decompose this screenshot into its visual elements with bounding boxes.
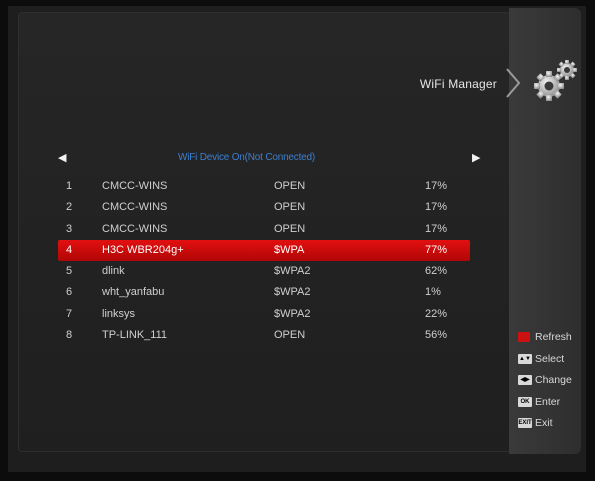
network-row[interactable]: 3 CMCC-WINS OPEN 17% [58, 219, 470, 240]
network-security: $WPA2 [274, 307, 311, 320]
network-number: 6 [66, 286, 73, 299]
network-signal: 77% [425, 243, 448, 256]
legend-enter[interactable]: OK Enter [518, 393, 584, 411]
chevron-right-icon [506, 68, 521, 98]
network-security: OPEN [274, 201, 306, 214]
network-ssid: wht_yanfabu [102, 286, 165, 299]
network-signal: 22% [425, 307, 448, 320]
network-signal: 56% [425, 329, 448, 342]
network-ssid: CMCC-WINS [102, 180, 168, 192]
legend-select-label: Select [535, 352, 565, 365]
red-key-icon [518, 332, 530, 342]
network-row[interactable]: 5 dlink $WPA2 62% [58, 261, 470, 282]
network-security: OPEN [274, 222, 306, 235]
network-number: 3 [66, 222, 73, 235]
legend-select[interactable]: ▲▼ Select [518, 350, 584, 368]
network-ssid: H3C WBR204g+ [102, 243, 184, 256]
network-signal: 1% [425, 286, 441, 299]
gears-icon [534, 60, 577, 101]
network-security: $WPA [274, 243, 305, 256]
network-security: $WPA2 [274, 286, 311, 299]
network-row[interactable]: 2 CMCC-WINS OPEN 17% [58, 197, 470, 218]
legend-change[interactable]: ◀▶ Change [518, 371, 584, 389]
network-row[interactable]: 6 wht_yanfabu $WPA2 1% [58, 282, 470, 303]
network-row[interactable]: 4 H3C WBR204g+ $WPA 77% [58, 239, 470, 262]
network-ssid: CMCC-WINS [102, 222, 168, 235]
right-arrow-icon[interactable]: ▶ [472, 151, 480, 164]
network-list: 1 CMCC-WINS OPEN 17% 2 CMCC-WINS OPEN 17% 3 CMCC-… [58, 176, 470, 346]
ok-key-icon: OK [518, 396, 532, 407]
network-row[interactable]: 7 linksys $WPA2 22% [58, 304, 470, 325]
network-row[interactable]: 8 TP-LINK_111 OPEN 56% [58, 325, 470, 346]
up-down-key-icon: ▲▼ [518, 353, 532, 364]
network-security: OPEN [274, 180, 306, 192]
left-arrow-icon[interactable]: ◀ [58, 151, 66, 164]
network-number: 4 [66, 243, 73, 256]
network-number: 2 [66, 201, 73, 214]
legend-exit[interactable]: EXIT Exit [518, 414, 584, 432]
legend-refresh-label: Refresh [535, 331, 572, 343]
network-row[interactable]: 1 CMCC-WINS OPEN 17% [58, 176, 470, 197]
network-ssid: TP-LINK_111 [102, 329, 168, 342]
left-right-key-icon: ◀▶ [518, 375, 532, 385]
network-signal: 62% [425, 265, 448, 278]
network-signal: 17% [425, 201, 448, 214]
page-title: WiFi Manager [419, 77, 497, 91]
wifi-status-text: WiFi Device On(Not Connected) [178, 152, 316, 163]
network-ssid: CMCC-WINS [102, 201, 168, 214]
network-security: OPEN [274, 329, 306, 342]
network-signal: 17% [425, 180, 448, 192]
legend-change-label: Change [535, 374, 572, 386]
network-ssid: dlink [102, 265, 125, 278]
gear-area [505, 54, 581, 112]
button-legend: Refresh ▲▼ Select ◀▶ Change OK Enter EXI… [518, 328, 584, 436]
network-ssid: linksys [102, 307, 136, 320]
legend-enter-label: Enter [535, 395, 561, 408]
network-number: 7 [66, 307, 73, 320]
network-number: 1 [66, 180, 73, 192]
network-number: 5 [66, 265, 73, 278]
network-security: $WPA2 [274, 265, 311, 278]
exit-key-icon: EXIT [518, 418, 532, 428]
legend-exit-label: Exit [535, 417, 553, 429]
network-signal: 17% [425, 222, 448, 235]
legend-refresh[interactable]: Refresh [518, 328, 584, 346]
network-number: 8 [66, 329, 73, 342]
